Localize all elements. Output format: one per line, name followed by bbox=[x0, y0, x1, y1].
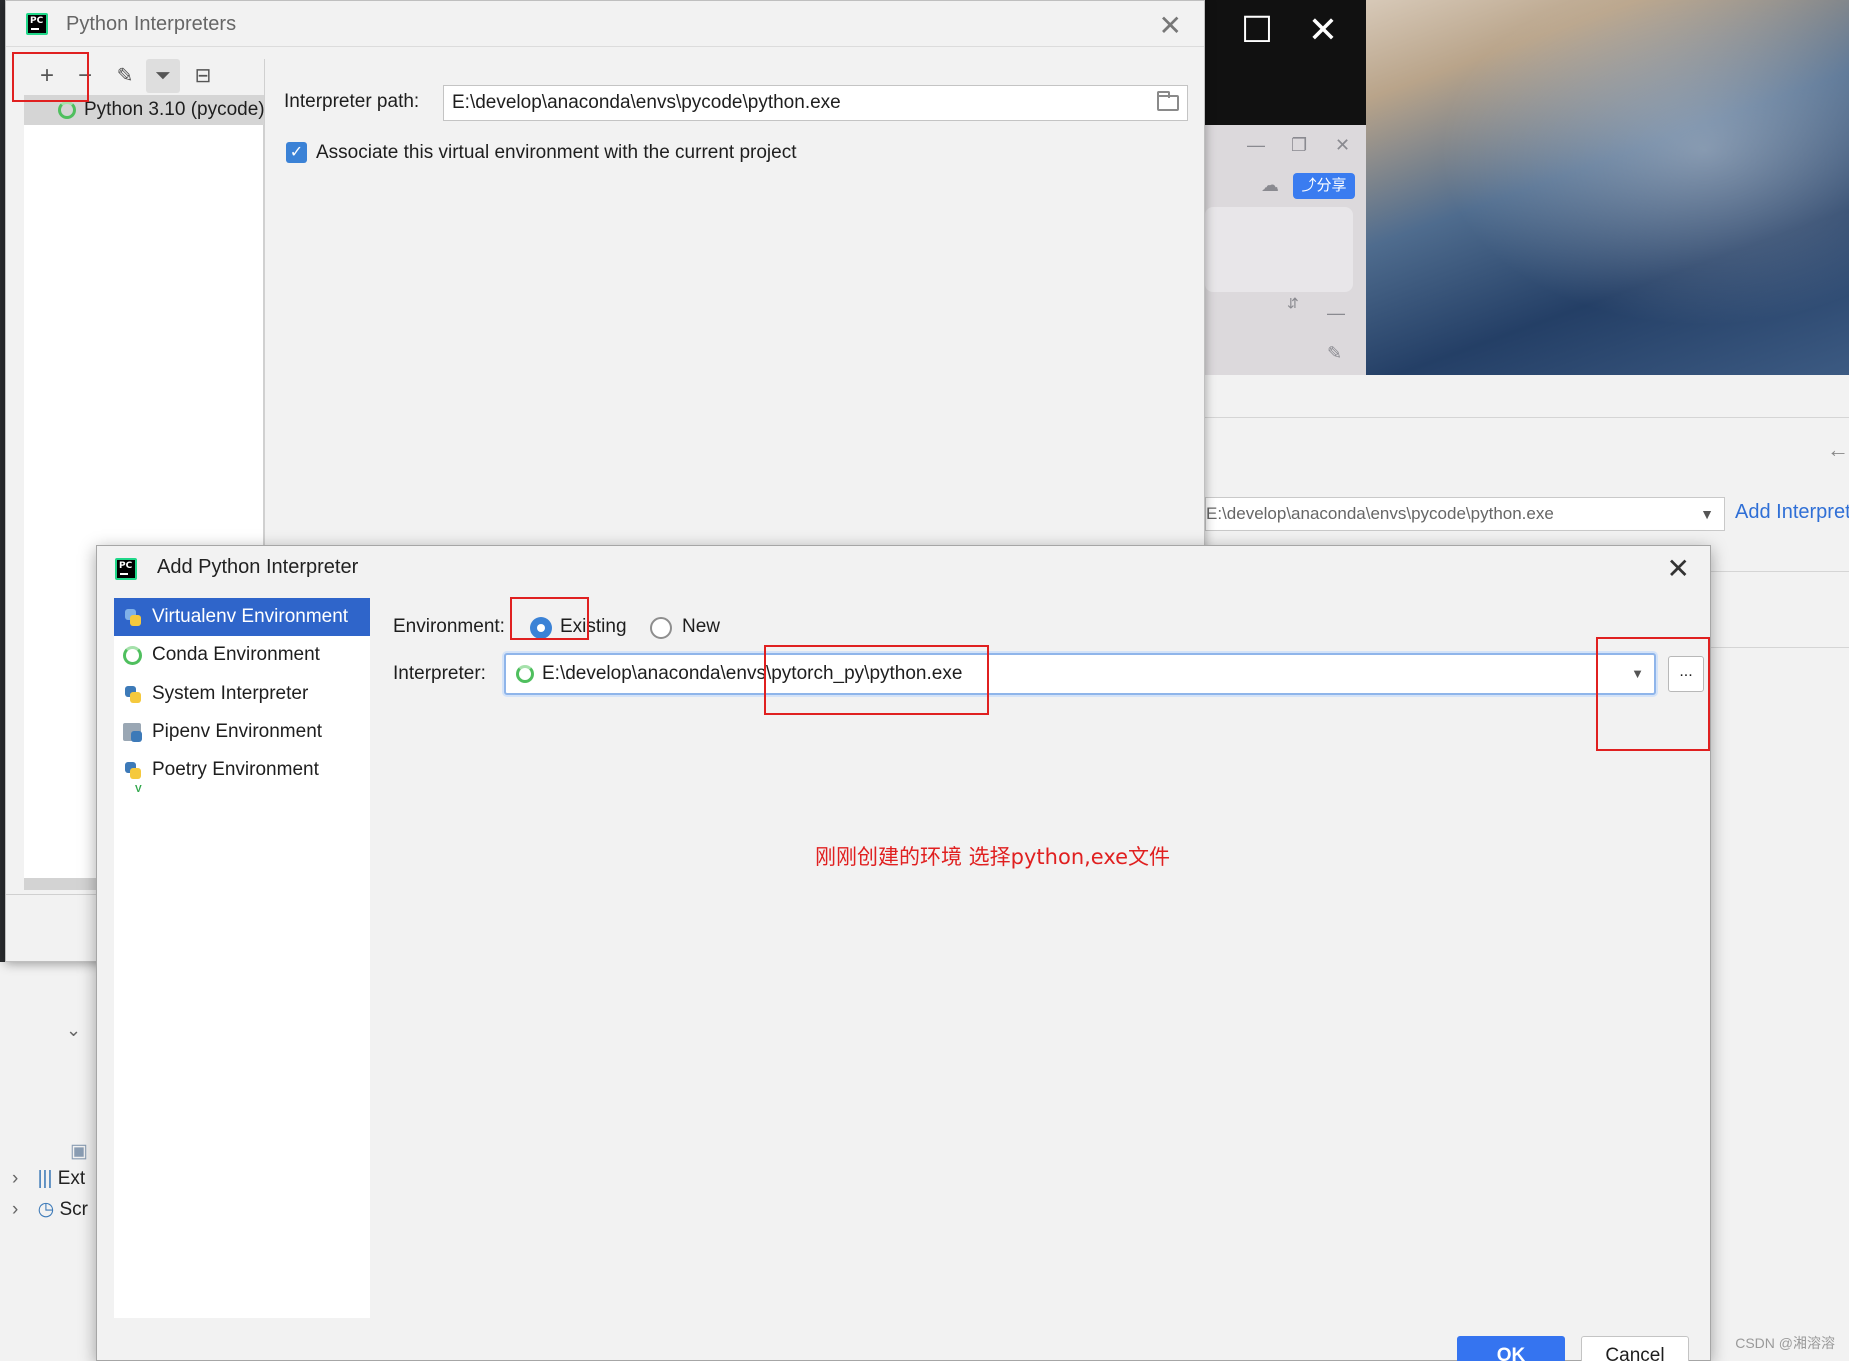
environment-label: Environment: bbox=[393, 616, 505, 637]
tree-row-external[interactable]: › ||| Ext bbox=[12, 1168, 85, 1190]
background-project-tree: ▣ › ||| Ext › ◷ Scr bbox=[0, 962, 96, 1361]
add-interpreter-link[interactable]: Add Interpreter bbox=[1735, 501, 1849, 524]
conda-icon bbox=[123, 646, 142, 665]
share-icon: ⤴ bbox=[1301, 177, 1317, 194]
nav-item-virtualenv[interactable]: Virtualenv Environment bbox=[114, 598, 370, 636]
pycharm-logo-icon bbox=[26, 13, 48, 35]
folder-icon[interactable] bbox=[1157, 91, 1179, 111]
annotation-box-path bbox=[764, 645, 989, 715]
nav-item-system[interactable]: System Interpreter bbox=[114, 675, 370, 713]
tree-view-icon[interactable]: ⊟ bbox=[186, 59, 220, 93]
edit-icon[interactable]: ✎ bbox=[108, 59, 142, 93]
tree-row-label: Scr bbox=[59, 1199, 88, 1220]
watermark: CSDN @湘溶溶 bbox=[1735, 1335, 1835, 1351]
annotation-box-browse bbox=[1596, 637, 1710, 751]
nav-item-label: Conda Environment bbox=[152, 644, 320, 665]
radio-new[interactable] bbox=[650, 617, 672, 639]
tree-row-label: Ext bbox=[57, 1168, 86, 1189]
associate-checkbox[interactable]: ✓ bbox=[286, 142, 307, 163]
pycharm-logo-icon bbox=[115, 558, 137, 580]
nav-item-label: Virtualenv Environment bbox=[152, 606, 349, 627]
associate-label: Associate this virtual environment with … bbox=[316, 142, 797, 163]
chevron-right-icon: › bbox=[12, 1199, 19, 1220]
background-chat-window: — ❐ ✕ ☁ ⤴分享 ⇵ — ✎ bbox=[1205, 125, 1366, 375]
ok-button[interactable]: OK bbox=[1457, 1336, 1565, 1361]
interpreter-label: Interpreter: bbox=[393, 663, 486, 684]
background-window-titlebar: ☐ ✕ bbox=[1205, 0, 1366, 125]
cancel-button[interactable]: Cancel bbox=[1581, 1336, 1689, 1361]
loading-icon bbox=[516, 665, 534, 683]
chevron-right-icon: › bbox=[12, 1168, 19, 1189]
background-interpreter-combo[interactable]: E:\develop\anaconda\envs\pycode\python.e… bbox=[1205, 497, 1725, 531]
interpreter-path-label: Interpreter path: bbox=[284, 91, 420, 112]
desktop-wallpaper bbox=[1366, 0, 1849, 375]
share-label: 分享 bbox=[1316, 177, 1347, 194]
virtualenv-icon bbox=[123, 608, 143, 628]
chevron-down-icon: ▼ bbox=[1700, 506, 1714, 522]
maximize-icon[interactable]: ☐ bbox=[1235, 10, 1279, 50]
restore-icon[interactable]: ❐ bbox=[1291, 135, 1307, 156]
annotation-text: 刚刚创建的环境 选择python,exe文件 bbox=[815, 845, 1171, 869]
pipenv-icon bbox=[123, 723, 142, 742]
environment-type-list: Virtualenv Environment Conda Environment… bbox=[114, 598, 370, 1318]
python-icon bbox=[123, 685, 143, 705]
dialog-title: Add Python Interpreter bbox=[157, 556, 359, 578]
chat-icon[interactable]: ☁ bbox=[1261, 175, 1279, 196]
library-icon: ||| bbox=[37, 1168, 53, 1189]
dialog-title: Python Interpreters bbox=[66, 13, 237, 35]
interpreter-combobox[interactable]: E:\develop\anaconda\envs\pytorch_py\pyth… bbox=[504, 653, 1656, 695]
close-icon[interactable]: ✕ bbox=[1667, 552, 1690, 585]
poetry-icon: V bbox=[123, 761, 143, 795]
nav-item-pipenv[interactable]: Pipenv Environment bbox=[114, 713, 370, 751]
nav-item-label: Pipenv Environment bbox=[152, 721, 323, 742]
back-arrow-icon[interactable]: ← bbox=[1827, 437, 1849, 463]
combo-value: E:\develop\anaconda\envs\pycode\python.e… bbox=[1206, 504, 1554, 523]
nav-item-conda[interactable]: Conda Environment bbox=[114, 636, 370, 674]
share-button[interactable]: ⤴分享 bbox=[1293, 173, 1355, 199]
interpreter-path-value: E:\develop\anaconda\envs\pycode\python.e… bbox=[452, 92, 841, 113]
nav-item-poetry[interactable]: V Poetry Environment bbox=[114, 751, 370, 795]
close-icon[interactable]: ✕ bbox=[1159, 9, 1182, 42]
collapse-icon[interactable]: — bbox=[1327, 303, 1345, 324]
list-item-label: Python 3.10 (pycode) bbox=[84, 99, 264, 120]
radio-new-label[interactable]: New bbox=[682, 616, 720, 638]
minimize-icon[interactable]: — bbox=[1247, 135, 1265, 156]
annotation-box-add bbox=[12, 52, 89, 102]
nav-item-label: System Interpreter bbox=[152, 683, 309, 704]
close-icon[interactable]: ✕ bbox=[1301, 10, 1345, 50]
close-icon[interactable]: ✕ bbox=[1335, 135, 1350, 156]
pen-icon[interactable]: ✎ bbox=[1327, 343, 1342, 364]
interpreter-path-field[interactable]: E:\develop\anaconda\envs\pycode\python.e… bbox=[443, 85, 1188, 121]
annotation-box-existing bbox=[510, 597, 589, 640]
loading-icon bbox=[58, 101, 76, 119]
sort-icon[interactable]: ⇵ bbox=[1287, 295, 1299, 312]
horizontal-scrollbar[interactable] bbox=[24, 878, 104, 890]
divider bbox=[1205, 417, 1849, 418]
package-icon: ▣ bbox=[70, 1141, 88, 1162]
dialog-titlebar: Python Interpreters ✕ bbox=[6, 1, 1204, 47]
chevron-down-icon[interactable]: ⌄ bbox=[66, 1020, 81, 1041]
filter-icon[interactable]: ⏷ bbox=[146, 59, 180, 93]
chat-message-box bbox=[1205, 207, 1353, 292]
tree-row-scratches[interactable]: › ◷ Scr bbox=[12, 1198, 88, 1221]
scratch-icon: ◷ bbox=[37, 1199, 55, 1220]
nav-item-label: Poetry Environment bbox=[152, 759, 319, 780]
